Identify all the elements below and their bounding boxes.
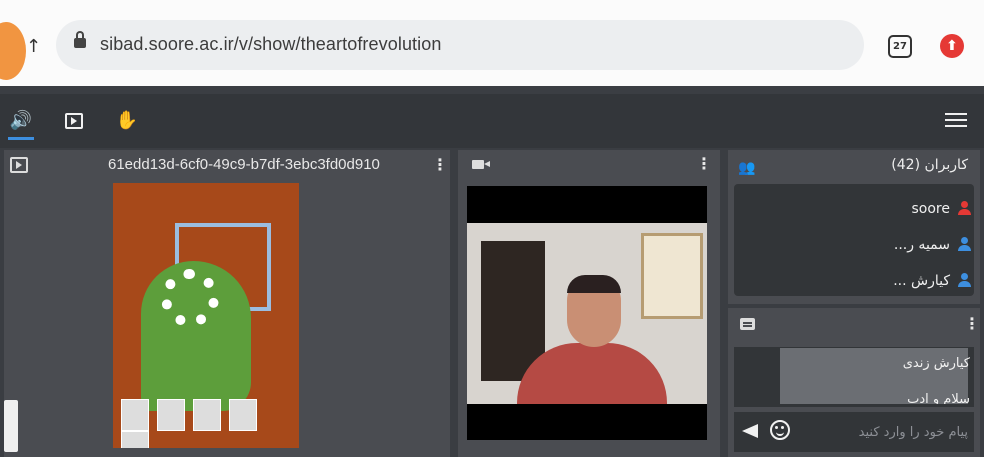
speaker-icon[interactable]: 🔊: [8, 108, 34, 134]
speaker-hair: [567, 275, 621, 293]
scroll-handle[interactable]: [4, 400, 18, 452]
chat-message-sender: کیارش زندی: [902, 356, 970, 371]
user-item[interactable]: کیارش ...: [893, 273, 971, 289]
send-icon[interactable]: [742, 424, 758, 438]
url-text[interactable]: sibad.soore.ac.ir/v/show/theartofrevolut…: [100, 34, 441, 55]
hamburger-menu-icon[interactable]: [945, 113, 967, 129]
active-tab-indicator: [8, 137, 34, 140]
app-header-strip: [0, 86, 984, 94]
webcam-video[interactable]: [467, 186, 707, 440]
portrait-painting: [641, 233, 703, 319]
tab-switcher-button[interactable]: 27: [888, 35, 912, 58]
presentation-icon: [10, 157, 28, 173]
presentation-slide: [113, 183, 299, 448]
chat-input-placeholder: پیام خود را وارد کنید: [858, 425, 968, 440]
chat-message-text: سلام و ادب: [907, 392, 970, 404]
raise-hand-icon[interactable]: ✋: [114, 108, 140, 134]
slide-header-decoration: [121, 189, 281, 223]
camera-icon: [472, 160, 490, 169]
slide-speaker-photos: [121, 399, 291, 448]
app-toolbar: [0, 94, 984, 148]
play-media-icon[interactable]: [61, 108, 87, 134]
chat-options-icon[interactable]: ⋮: [964, 316, 980, 332]
back-arrow-icon[interactable]: ↑: [26, 36, 41, 57]
user-item[interactable]: سمیه ر...: [894, 237, 971, 253]
users-icon: 👥: [738, 160, 756, 176]
presentation-options-icon[interactable]: ⋮: [432, 157, 448, 173]
chat-icon: [740, 318, 755, 330]
user-icon: [958, 237, 971, 251]
users-count-title: کاربران (42): [891, 157, 968, 173]
slide-wheel-graphic: [161, 269, 219, 327]
video-frame: [467, 223, 707, 404]
user-icon: [958, 273, 971, 287]
user-item[interactable]: soore: [912, 201, 971, 217]
lock-icon: [74, 31, 86, 48]
user-icon: [958, 201, 971, 215]
video-options-icon[interactable]: ⋮: [696, 156, 712, 172]
presentation-title: 61edd13d-6cf0-49c9-b7df-3ebc3fd0d910: [108, 156, 380, 173]
emoji-icon[interactable]: [770, 420, 790, 440]
update-icon[interactable]: ⬆: [940, 34, 964, 58]
